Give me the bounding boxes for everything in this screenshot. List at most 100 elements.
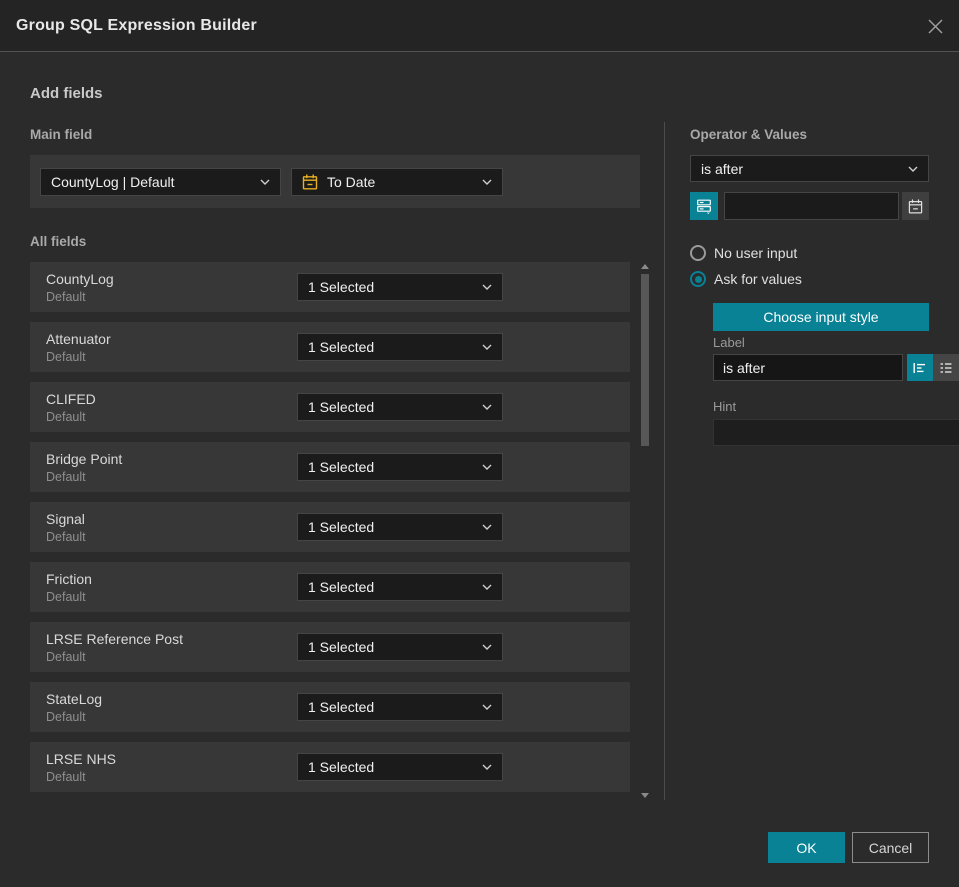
field-name: LRSE Reference Post bbox=[46, 631, 183, 647]
field-subtitle: Default bbox=[46, 350, 86, 364]
field-name: Signal bbox=[46, 511, 85, 527]
chevron-down-icon bbox=[260, 179, 270, 185]
field-selection-value: 1 Selected bbox=[308, 639, 375, 655]
close-icon[interactable] bbox=[923, 14, 947, 38]
chevron-down-icon bbox=[482, 764, 492, 770]
field-subtitle: Default bbox=[46, 410, 86, 424]
label-row bbox=[713, 354, 959, 381]
field-name: CountyLog bbox=[46, 271, 114, 287]
field-selection-value: 1 Selected bbox=[308, 399, 375, 415]
chevron-down-icon bbox=[482, 284, 492, 290]
main-field-select[interactable]: CountyLog | Default bbox=[40, 168, 281, 196]
field-subtitle: Default bbox=[46, 590, 86, 604]
field-row: Signal Default 1 Selected bbox=[30, 502, 630, 552]
radio-no-user-input[interactable]: No user input bbox=[690, 245, 797, 261]
dialog-titlebar: Group SQL Expression Builder bbox=[0, 0, 959, 52]
field-selection-value: 1 Selected bbox=[308, 579, 375, 595]
dialog-title: Group SQL Expression Builder bbox=[16, 16, 257, 34]
operator-select[interactable]: is after bbox=[690, 155, 929, 182]
all-fields-list: CountyLog Default 1 Selected Attenuator … bbox=[30, 262, 630, 792]
field-name: StateLog bbox=[46, 691, 103, 707]
operator-values-heading: Operator & Values bbox=[690, 127, 808, 142]
chevron-down-icon bbox=[908, 166, 918, 172]
field-selection-dropdown[interactable]: 1 Selected bbox=[297, 753, 503, 781]
field-name: Bridge Point bbox=[46, 451, 123, 467]
cancel-button[interactable]: Cancel bbox=[852, 832, 929, 863]
field-selection-dropdown[interactable]: 1 Selected bbox=[297, 633, 503, 661]
field-row: Friction Default 1 Selected bbox=[30, 562, 630, 612]
chevron-down-icon bbox=[482, 584, 492, 590]
value-entry-row bbox=[690, 192, 929, 220]
main-field-heading: Main field bbox=[30, 127, 93, 142]
chevron-down-icon bbox=[482, 404, 492, 410]
chevron-down-icon bbox=[482, 704, 492, 710]
field-name: Friction bbox=[46, 571, 92, 587]
list-input-icon bbox=[940, 362, 952, 373]
chevron-down-icon bbox=[482, 464, 492, 470]
field-row: LRSE Reference Post Default 1 Selected bbox=[30, 622, 630, 672]
scroll-down-icon[interactable] bbox=[641, 793, 649, 798]
field-row: Attenuator Default 1 Selected bbox=[30, 322, 630, 372]
field-name: Attenuator bbox=[46, 331, 111, 347]
scroll-up-icon[interactable] bbox=[641, 264, 649, 269]
calendar-icon bbox=[302, 174, 318, 190]
label-input[interactable] bbox=[713, 354, 903, 381]
field-subtitle: Default bbox=[46, 770, 86, 784]
radio-checked-icon bbox=[690, 271, 706, 287]
calendar-icon bbox=[908, 198, 923, 213]
date-picker-button[interactable] bbox=[902, 192, 929, 220]
stacked-values-icon bbox=[697, 199, 711, 214]
single-line-input-icon bbox=[913, 362, 925, 373]
label-field-label: Label bbox=[713, 335, 745, 350]
main-field-select-value: CountyLog | Default bbox=[51, 174, 175, 190]
value-input[interactable] bbox=[724, 192, 899, 220]
field-subtitle: Default bbox=[46, 710, 86, 724]
chevron-down-icon bbox=[482, 179, 492, 185]
radio-label: No user input bbox=[714, 245, 798, 261]
list-input-style-button[interactable] bbox=[933, 354, 959, 381]
field-selection-value: 1 Selected bbox=[308, 699, 375, 715]
field-selection-value: 1 Selected bbox=[308, 459, 375, 475]
choose-input-style-button[interactable]: Choose input style bbox=[713, 303, 929, 331]
field-row: LRSE NHS Default 1 Selected bbox=[30, 742, 630, 792]
field-selection-dropdown[interactable]: 1 Selected bbox=[297, 513, 503, 541]
field-subtitle: Default bbox=[46, 470, 86, 484]
field-selection-dropdown[interactable]: 1 Selected bbox=[297, 333, 503, 361]
scrollbar-thumb[interactable] bbox=[641, 274, 649, 446]
all-fields-heading: All fields bbox=[30, 234, 87, 249]
field-name: CLIFED bbox=[46, 391, 96, 407]
input-style-toggle bbox=[907, 354, 959, 381]
field-selection-value: 1 Selected bbox=[308, 759, 375, 775]
field-row: CountyLog Default 1 Selected bbox=[30, 262, 630, 312]
field-selection-dropdown[interactable]: 1 Selected bbox=[297, 573, 503, 601]
hint-input[interactable] bbox=[713, 419, 959, 446]
operator-select-value: is after bbox=[701, 160, 744, 177]
main-field-band: CountyLog | Default To Date bbox=[30, 155, 640, 208]
field-row: StateLog Default 1 Selected bbox=[30, 682, 630, 732]
fields-scrollbar[interactable] bbox=[640, 262, 651, 800]
field-row: Bridge Point Default 1 Selected bbox=[30, 442, 630, 492]
field-subtitle: Default bbox=[46, 530, 86, 544]
ok-button[interactable]: OK bbox=[768, 832, 845, 863]
single-line-input-style-button[interactable] bbox=[907, 354, 933, 381]
field-selection-dropdown[interactable]: 1 Selected bbox=[297, 453, 503, 481]
chevron-down-icon bbox=[482, 644, 492, 650]
radio-label: Ask for values bbox=[714, 271, 802, 287]
field-selection-value: 1 Selected bbox=[308, 279, 375, 295]
field-selection-dropdown[interactable]: 1 Selected bbox=[297, 273, 503, 301]
value-source-button[interactable] bbox=[690, 192, 718, 220]
panel-divider bbox=[664, 122, 665, 800]
radio-ask-for-values[interactable]: Ask for values bbox=[690, 271, 802, 287]
date-field-select[interactable]: To Date bbox=[291, 168, 503, 196]
field-selection-value: 1 Selected bbox=[308, 339, 375, 355]
radio-icon bbox=[690, 245, 706, 261]
field-selection-value: 1 Selected bbox=[308, 519, 375, 535]
field-selection-dropdown[interactable]: 1 Selected bbox=[297, 693, 503, 721]
hint-field-label: Hint bbox=[713, 399, 737, 414]
add-fields-heading: Add fields bbox=[30, 85, 103, 102]
chevron-down-icon bbox=[482, 524, 492, 530]
date-field-select-value: To Date bbox=[327, 174, 376, 190]
field-subtitle: Default bbox=[46, 650, 86, 664]
field-name: LRSE NHS bbox=[46, 751, 117, 767]
field-selection-dropdown[interactable]: 1 Selected bbox=[297, 393, 503, 421]
